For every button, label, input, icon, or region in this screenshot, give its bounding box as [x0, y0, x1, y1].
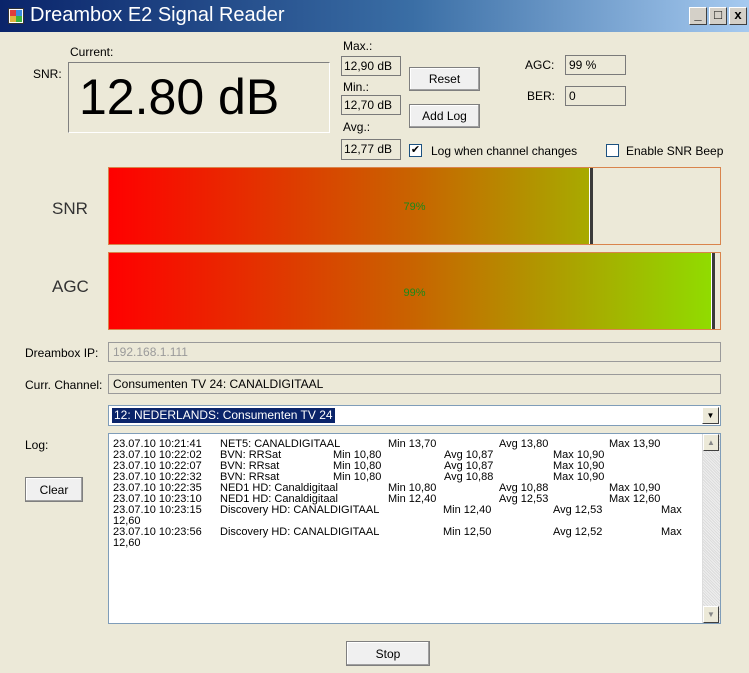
snr-current-value: 12.80 dB	[68, 62, 330, 133]
enable-snr-beep-checkbox[interactable]	[606, 144, 619, 157]
min-value: 12,70 dB	[341, 95, 401, 115]
agc-level-bar: 99%	[108, 252, 721, 330]
max-label: Max.:	[343, 39, 373, 53]
log-scrollbar[interactable]: ▲ ▼	[702, 434, 720, 623]
log-entry-max: Max 13,90	[609, 438, 661, 450]
avg-value: 12,77 dB	[341, 139, 401, 160]
log-entry-avg: Avg 13,80	[499, 438, 549, 450]
max-value: 12,90 dB	[341, 56, 401, 76]
log-entry-channel: Discovery HD: CANALDIGITAAL	[220, 504, 380, 516]
scroll-up-icon[interactable]: ▲	[703, 434, 719, 451]
log-entry-avg: Avg 12,53	[553, 504, 603, 516]
ber-label: BER:	[527, 89, 556, 103]
add-log-button[interactable]: Add Log	[409, 104, 480, 128]
log-entry-max: Max	[661, 504, 682, 516]
log-entry-min: Min 12,50	[443, 526, 492, 538]
current-label: Current:	[70, 45, 114, 59]
channel-select[interactable]: 12: NEDERLANDS: Consumenten TV 24 ▼	[108, 405, 721, 426]
snr-label: SNR:	[33, 67, 62, 81]
agc-value: 99 %	[565, 55, 626, 75]
clear-button[interactable]: Clear	[25, 477, 83, 502]
log-entry-avg: Avg 10,88	[444, 471, 494, 483]
log-entry-wrap: 12,60	[113, 537, 141, 549]
agc-label: AGC:	[525, 58, 555, 72]
log-channel-change-checkbox[interactable]: ✔	[409, 144, 422, 157]
dreambox-ip-label: Dreambox IP:	[25, 346, 99, 360]
enable-snr-beep-label[interactable]: Enable SNR Beep	[626, 144, 723, 158]
current-channel-label: Curr. Channel:	[25, 378, 103, 392]
app-icon	[8, 8, 24, 24]
agc-percent: 99%	[403, 287, 426, 299]
log-entry-min: Min 13,70	[388, 438, 437, 450]
log-label: Log:	[25, 438, 49, 452]
reset-button[interactable]: Reset	[409, 67, 480, 91]
min-label: Min.:	[343, 80, 370, 94]
close-button[interactable]: x	[729, 7, 747, 25]
log-entry-min: Min 12,40	[388, 493, 437, 505]
scroll-down-icon[interactable]: ▼	[703, 606, 719, 623]
app-window: Dreambox E2 Signal Reader _ □ x Current:…	[0, 0, 749, 673]
title-bar[interactable]: Dreambox E2 Signal Reader _ □ x	[0, 0, 749, 32]
maximize-button[interactable]: □	[709, 7, 727, 25]
log-entry-channel: Discovery HD: CANALDIGITAAL	[220, 526, 380, 538]
window-title: Dreambox E2 Signal Reader	[30, 4, 285, 26]
minimize-button[interactable]: _	[689, 7, 707, 25]
dropdown-arrow-icon[interactable]: ▼	[702, 407, 719, 424]
log-entry-min: Min 10,80	[333, 471, 382, 483]
log-entry-max: Max 10,90	[553, 471, 605, 483]
dreambox-ip-field[interactable]: 192.168.1.111	[108, 342, 721, 362]
log-entry-max: Max 12,60	[609, 493, 661, 505]
snr-level-bar: 79%	[108, 167, 721, 245]
log-entry-min: Min 12,40	[443, 504, 492, 516]
log-entry-avg: Avg 12,53	[499, 493, 549, 505]
snr-bar-label: SNR	[52, 199, 88, 218]
ber-value: 0	[565, 86, 626, 106]
log-entry-avg: Avg 12,52	[553, 526, 603, 538]
stop-button[interactable]: Stop	[346, 641, 430, 666]
agc-bar-label: AGC	[52, 277, 89, 296]
log-entry-max: Max	[661, 526, 682, 538]
channel-select-value: 12: NEDERLANDS: Consumenten TV 24	[112, 408, 335, 423]
log-list[interactable]: 23.07.10 10:21:41 NET5: CANALDIGITAAL Min …	[108, 433, 721, 624]
log-channel-change-label[interactable]: Log when channel changes	[431, 144, 577, 158]
snr-percent: 79%	[403, 201, 426, 213]
current-channel-field: Consumenten TV 24: CANALDIGITAAL	[108, 374, 721, 394]
avg-label: Avg.:	[343, 120, 371, 134]
